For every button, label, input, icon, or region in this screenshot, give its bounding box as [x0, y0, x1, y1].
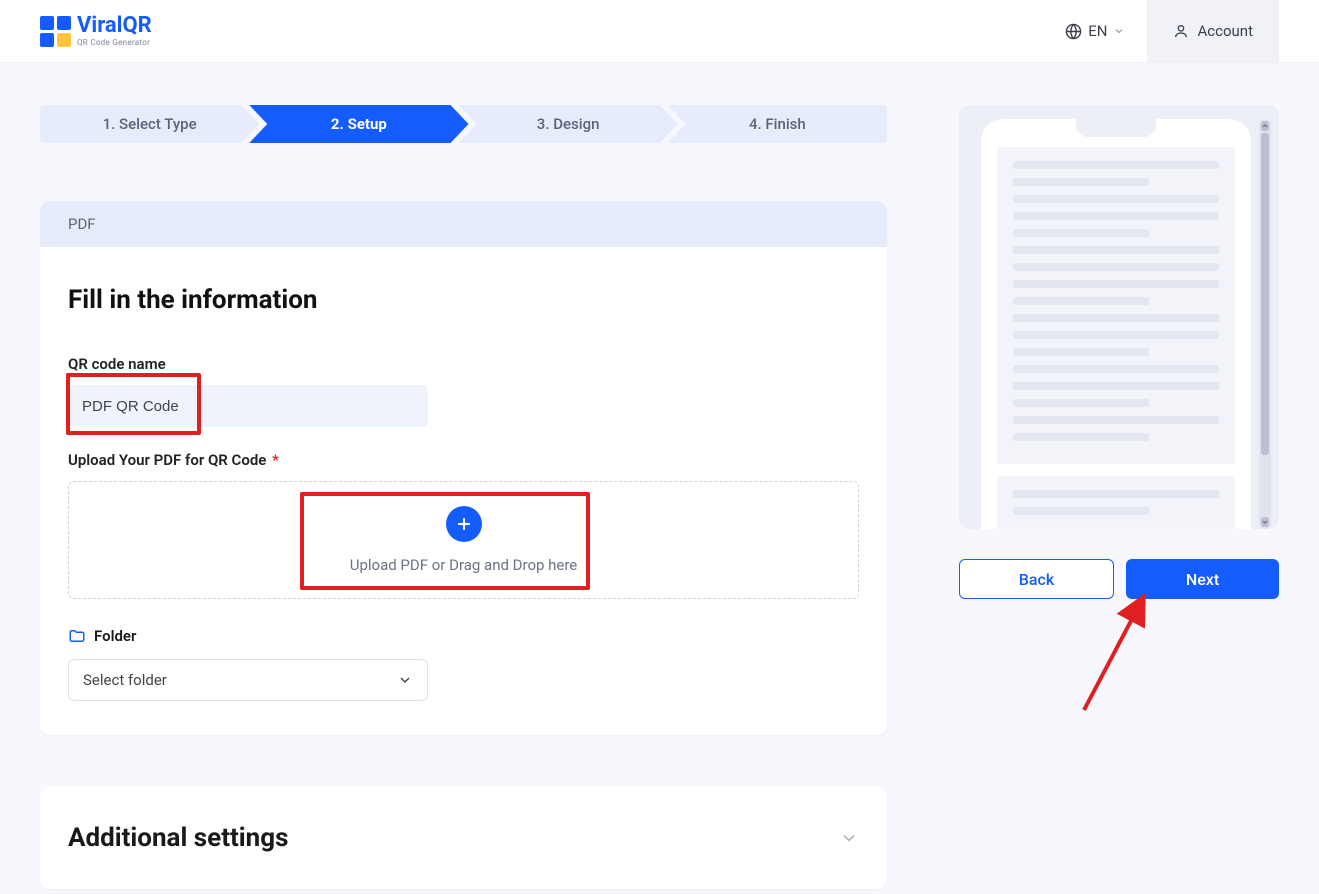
chevron-down-icon: [839, 828, 859, 848]
chevron-down-icon: [1113, 25, 1125, 37]
brand-logo[interactable]: ViralQR QR Code Generator: [40, 15, 152, 47]
wizard-steps: 1. Select Type 2. Setup 3. Design 4. Fin…: [40, 105, 887, 143]
step-finish[interactable]: 4. Finish: [668, 105, 887, 143]
app-header: ViralQR QR Code Generator EN Account: [0, 0, 1319, 63]
logo-mark: [40, 16, 71, 47]
language-label: EN: [1088, 22, 1107, 40]
upload-hint: Upload PDF or Drag and Drop here: [350, 556, 578, 574]
account-button[interactable]: Account: [1147, 0, 1279, 62]
form-heading: Fill in the information: [68, 285, 859, 315]
upload-label: Upload Your PDF for QR Code *: [68, 451, 859, 469]
user-icon: [1173, 23, 1189, 39]
card-title: PDF: [40, 201, 887, 247]
required-marker: *: [272, 451, 279, 469]
folder-icon: [68, 627, 86, 645]
phone-frame: [981, 119, 1251, 529]
plus-icon: [446, 506, 482, 542]
phone-preview: [959, 105, 1279, 529]
chevron-down-icon: [397, 672, 413, 688]
step-select-type[interactable]: 1. Select Type: [40, 105, 259, 143]
folder-select-value: Select folder: [83, 671, 167, 689]
folder-section-label: Folder: [68, 627, 859, 645]
scroll-down-icon[interactable]: [1261, 517, 1269, 527]
qr-name-label: QR code name: [68, 355, 859, 373]
pdf-upload-dropzone[interactable]: Upload PDF or Drag and Drop here: [68, 481, 859, 599]
wizard-nav-buttons: Back Next: [959, 559, 1279, 599]
additional-settings-card[interactable]: Additional settings: [40, 787, 887, 889]
brand-name: ViralQR: [77, 15, 152, 37]
qr-name-input[interactable]: [68, 385, 428, 427]
folder-select[interactable]: Select folder: [68, 659, 428, 701]
step-setup[interactable]: 2. Setup: [249, 105, 468, 143]
language-selector[interactable]: EN: [1043, 22, 1147, 40]
additional-settings-title: Additional settings: [68, 823, 288, 853]
next-button[interactable]: Next: [1126, 559, 1279, 599]
pdf-setup-card: PDF Fill in the information QR code name…: [40, 201, 887, 735]
scroll-thumb[interactable]: [1261, 133, 1269, 455]
globe-icon: [1065, 23, 1082, 40]
step-design[interactable]: 3. Design: [459, 105, 678, 143]
back-button[interactable]: Back: [959, 559, 1114, 599]
scroll-up-icon[interactable]: [1261, 121, 1269, 131]
preview-scrollbar[interactable]: [1259, 119, 1271, 529]
account-label: Account: [1197, 22, 1253, 40]
brand-subtitle: QR Code Generator: [77, 39, 152, 47]
